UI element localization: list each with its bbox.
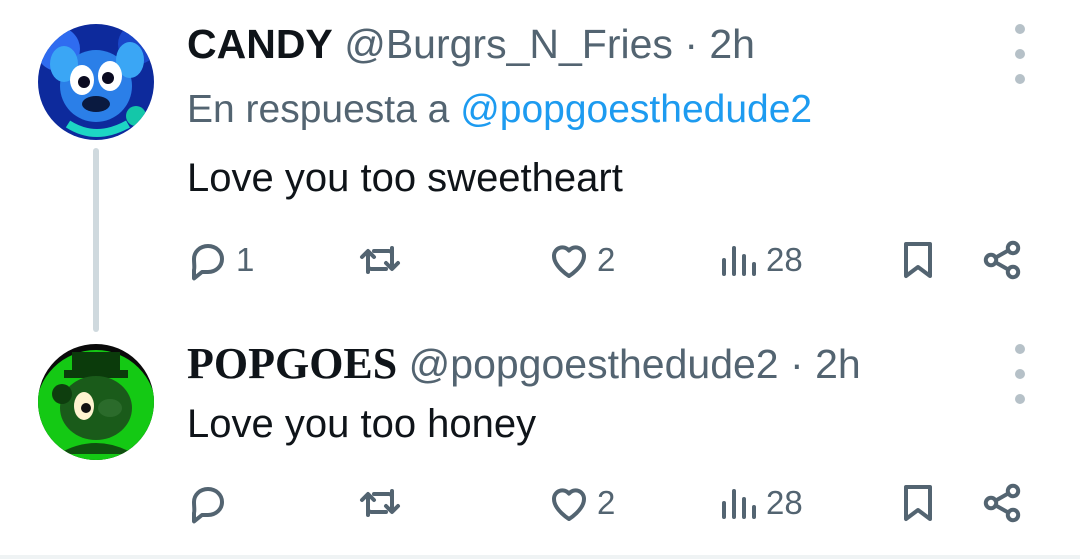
share-button[interactable] — [978, 230, 1026, 290]
reply-icon — [192, 487, 224, 524]
reply-icon — [192, 244, 224, 281]
header-separator: · — [684, 21, 698, 67]
tweet-popgoes[interactable]: POPGOES @popgoesthedude2 · 2h Love you t… — [0, 330, 1080, 555]
like-button[interactable]: 2 — [545, 473, 615, 533]
more-vertical-icon — [1015, 394, 1025, 404]
retweet-icon — [360, 489, 400, 517]
like-count: 2 — [597, 484, 616, 521]
share-icon — [983, 483, 1021, 523]
reply-button[interactable] — [184, 473, 236, 533]
like-button[interactable]: 2 — [545, 230, 615, 290]
retweet-button[interactable] — [356, 473, 408, 533]
views-count: 28 — [766, 241, 803, 278]
share-icon — [983, 240, 1021, 280]
user-handle[interactable]: @popgoesthedude2 — [409, 341, 779, 387]
retweet-icon — [360, 246, 400, 274]
views-button[interactable]: 28 — [714, 473, 803, 533]
more-vertical-icon — [1015, 24, 1025, 34]
header-separator: · — [790, 341, 804, 387]
tweet-time[interactable]: 2h — [709, 21, 755, 67]
tweet-actions: 1 2 28 — [0, 230, 1080, 290]
avatar-popgoes-image — [38, 344, 154, 460]
views-chart-icon — [722, 489, 756, 519]
bookmark-button[interactable] — [894, 473, 942, 533]
user-handle[interactable]: @Burgrs_N_Fries — [344, 21, 673, 67]
tweet-time[interactable]: 2h — [815, 341, 861, 387]
views-button[interactable]: 28 — [714, 230, 803, 290]
bookmark-button[interactable] — [894, 230, 942, 290]
views-count: 28 — [766, 484, 803, 521]
like-count: 2 — [597, 241, 616, 278]
heart-icon — [552, 488, 586, 521]
share-button[interactable] — [978, 473, 1026, 533]
bookmark-icon — [904, 485, 932, 521]
tweet-text: Love you too sweetheart — [187, 156, 623, 200]
more-options-button[interactable] — [1008, 344, 1032, 404]
retweet-button[interactable] — [356, 230, 408, 290]
bookmark-icon — [904, 242, 932, 278]
views-chart-icon — [722, 246, 756, 276]
more-vertical-icon — [1015, 49, 1025, 59]
tweet-header: CANDY @Burgrs_N_Fries · 2h — [187, 20, 755, 68]
bottom-divider — [0, 555, 1080, 559]
display-name[interactable]: POPGOES — [187, 339, 397, 388]
reply-button[interactable]: 1 — [184, 230, 254, 290]
more-vertical-icon — [1015, 344, 1025, 354]
heart-icon — [552, 245, 586, 278]
reply-prefix: En respuesta a — [187, 88, 450, 131]
avatar-popgoes[interactable] — [38, 344, 154, 460]
more-options-button[interactable] — [1008, 24, 1032, 84]
tweet-text: Love you too honey — [187, 402, 537, 446]
tweet-candy[interactable]: CANDY @Burgrs_N_Fries · 2h En respuesta … — [0, 0, 1080, 332]
reply-count: 1 — [236, 241, 255, 278]
more-vertical-icon — [1015, 74, 1025, 84]
reply-mention-link[interactable]: @popgoesthedude2 — [460, 88, 812, 131]
reply-context: En respuesta a @popgoesthedude2 — [187, 86, 812, 134]
display-name[interactable]: CANDY — [187, 21, 333, 67]
tweet-header: POPGOES @popgoesthedude2 · 2h — [187, 340, 861, 388]
avatar-candy-image — [38, 24, 154, 140]
tweet-actions: 2 28 — [0, 473, 1080, 533]
avatar-candy[interactable] — [38, 24, 154, 140]
more-vertical-icon — [1015, 369, 1025, 379]
